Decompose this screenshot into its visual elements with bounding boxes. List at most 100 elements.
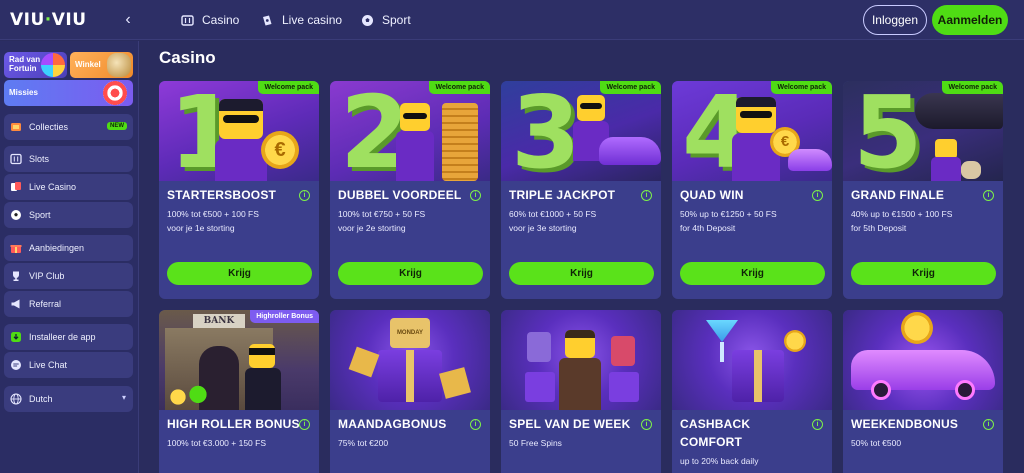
info-icon[interactable]: i [299,190,310,201]
card-title: MAANDAGBONUS [338,417,447,431]
bonus-card-grand-finale[interactable]: 5 Welcome pack GRAND FINALE i 40% up to … [843,81,1003,299]
bonus-card-spel-van-de-week[interactable]: SPEL VAN DE WEEK i 50 Free Spins [501,310,661,473]
info-icon[interactable]: i [812,419,823,430]
info-icon[interactable]: i [641,419,652,430]
bonus-card-triple-jackpot[interactable]: 3 Welcome pack TRIPLE JACKPOT i 60% tot … [501,81,661,299]
cocktail-stem [720,342,724,362]
card-image: BANK Highroller Bonus [159,310,319,410]
fortune-wheel-icon [41,53,65,77]
card-offer: 100% tot €3.000 + 150 FS [167,438,267,448]
bonus-card-cashback-comfort[interactable]: CASHBACK COMFORT i up to 20% back daily [672,310,832,473]
globe-icon [10,393,22,405]
claim-button[interactable]: Krijg [680,262,825,285]
card-offer: 50% tot €500 [851,438,902,448]
bonus-card-weekendbonus[interactable]: WEEKENDBONUS i 50% tot €500 [843,310,1003,473]
chevron-down-icon: ▾ [121,393,126,402]
card-image [672,310,832,410]
top-bar: VIU·VIU ‹ Casino Live casino Sport Inlog… [0,0,1024,40]
card-offer: 100% tot €500 + 100 FS [167,209,259,219]
welcome-pack-badge: Welcome pack [429,81,490,94]
sidebar-item-live-casino[interactable]: Live Casino [4,174,133,200]
card-deposit-note: voor je 2e storting [338,223,406,233]
card-title: STARTERSBOOST [167,188,277,202]
collapse-sidebar-chevron-icon[interactable]: ‹ [118,9,138,31]
info-icon[interactable]: i [812,190,823,201]
nav-casino[interactable]: Casino [180,9,239,31]
info-icon[interactable]: i [299,419,310,430]
sidebar-item-referral[interactable]: Referral [4,291,133,317]
card-image [843,310,1003,410]
logo[interactable]: VIU·VIU [10,10,87,30]
nav-live-casino[interactable]: Live casino [260,9,342,31]
welcome-pack-badge: Welcome pack [258,81,319,94]
small-gift-icon [348,346,380,378]
card-image: 4 € Welcome pack [672,81,832,181]
target-icon [103,81,127,105]
nav-sport[interactable]: Sport [360,9,411,31]
card-title-line2: COMFORT [680,435,743,449]
gift-ribbon [754,350,762,402]
claim-button[interactable]: Krijg [509,262,654,285]
card-offer: 50% up to €1250 + 50 FS [680,209,777,219]
nav-sport-label: Sport [382,13,411,27]
logo-left: VIU [10,10,45,30]
card-title: QUAD WIN [680,188,744,202]
welcome-pack-badge: Welcome pack [600,81,661,94]
small-gift-icon [439,367,471,399]
nav-live-casino-label: Live casino [282,13,343,27]
playing-cards-icon [10,181,22,193]
info-icon[interactable]: i [983,419,994,430]
gift-box-icon [525,372,555,402]
card-title: TRIPLE JACKPOT [509,188,616,202]
card-image: 5 Welcome pack [843,81,1003,181]
mascot-body [245,368,281,410]
highroller-badge: Highroller Bonus [250,310,319,323]
card-offer: up to 20% back daily [680,456,759,466]
jester-figure-icon [611,336,635,366]
promo-missions[interactable]: Missies [4,80,133,106]
sidebar-item-vip-club[interactable]: VIP Club [4,263,133,289]
card-title: SPEL VAN DE WEEK [509,417,631,431]
chat-bubble-icon [10,359,22,371]
sidebar-item-install-app[interactable]: Installeer de app [4,324,133,350]
mascot-hair [736,97,776,107]
mascot-sunglasses [223,115,259,123]
claim-button[interactable]: Krijg [338,262,483,285]
robot-figure-icon [527,332,551,362]
info-icon[interactable]: i [983,190,994,201]
logo-right: VIU [51,10,87,30]
claim-button[interactable]: Krijg [851,262,996,285]
sidebar-item-slots[interactable]: Slots [4,146,133,172]
sidebar: Rad van Fortuin Winkel Missies Collectie… [0,41,139,473]
promo-wheel-of-fortune[interactable]: Rad van Fortuin [4,52,67,78]
sidebar-item-collections[interactable]: Collecties NEW [4,114,133,140]
bonus-card-dubbel-voordeel[interactable]: 2 Welcome pack DUBBEL VOORDEEL i 100% to… [330,81,490,299]
info-icon[interactable]: i [470,419,481,430]
gift-ribbon [406,350,414,402]
claim-button[interactable]: Krijg [167,262,312,285]
info-icon[interactable]: i [641,190,652,201]
mascot-mask [249,348,275,355]
sidebar-item-label: Slots [29,154,50,164]
mascot-sunglasses [580,103,602,109]
promo-shop[interactable]: Winkel [70,52,133,78]
sidebar-item-live-chat[interactable]: Live Chat [4,352,133,378]
login-button[interactable]: Inloggen [863,5,927,35]
mascot-body [559,358,601,410]
sidebar-item-label: Installeer de app [29,332,96,342]
bonus-card-quad-win[interactable]: 4 € Welcome pack QUAD WIN i 50% up to €1… [672,81,832,299]
bonus-card-startersboost[interactable]: 1 € Welcome pack STARTERSBOOST i 100% to… [159,81,319,299]
card-title: CASHBACK [680,417,751,431]
sidebar-item-sport[interactable]: Sport [4,202,133,228]
info-icon[interactable]: i [470,190,481,201]
sidebar-item-promotions[interactable]: Aanbiedingen [4,235,133,261]
signup-button[interactable]: Aanmelden [932,5,1008,35]
card-deposit-note: voor je 1e storting [167,223,235,233]
card-title: HIGH ROLLER BONUS [167,417,300,431]
sidebar-item-label: Live Casino [29,182,77,192]
bonus-card-high-roller[interactable]: BANK Highroller Bonus HIGH ROLLER BONUS … [159,310,319,473]
helicopter-icon [915,93,1003,129]
language-selector[interactable]: Dutch ▾ [4,386,133,412]
mascot-sunglasses [403,113,427,119]
bonus-card-maandagbonus[interactable]: MONDAY MAANDAGBONUS i 75% tot €200 [330,310,490,473]
